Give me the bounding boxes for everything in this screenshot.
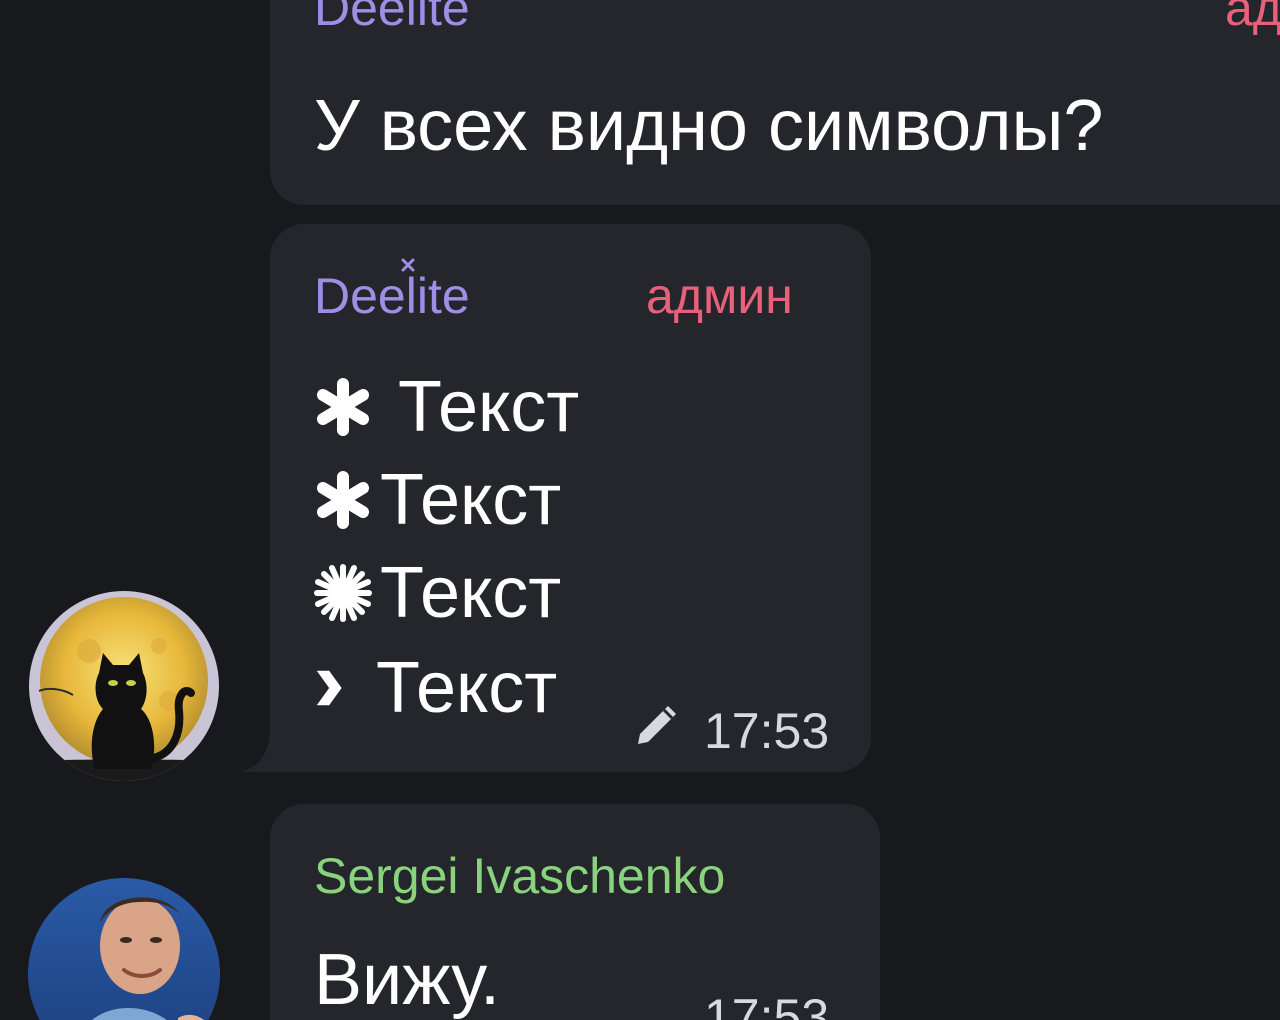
user-photo-avatar-icon: [28, 878, 220, 1020]
edited-pencil-icon: [638, 706, 676, 744]
list-item: Текст: [314, 652, 557, 724]
message-time: 17:53: [704, 703, 830, 759]
list-item-text: Текст: [380, 460, 562, 540]
admin-badge: ад: [1225, 0, 1280, 36]
admin-badge: админ: [646, 268, 793, 324]
message-bubble[interactable]: Deelite админ Текст Текст Текст Текст 17…: [270, 224, 871, 772]
message-text: Вижу.: [314, 940, 501, 1020]
avatar[interactable]: [28, 878, 220, 1020]
list-item: Текст: [314, 464, 561, 536]
sender-name[interactable]: Deelite: [314, 271, 470, 321]
list-item: Текст: [314, 371, 579, 443]
message-text: У всех видно символы?: [314, 86, 1104, 166]
star-burst-icon: [314, 564, 372, 622]
sender-name[interactable]: Sergei Ivaschenko: [314, 851, 725, 901]
avatar[interactable]: [29, 591, 219, 781]
decor-cross-icon: [401, 258, 415, 272]
chevron-right-icon: [316, 670, 342, 706]
list-item-text: Текст: [398, 367, 580, 447]
message-bubble[interactable]: Sergei Ivaschenko Вижу. 17:53: [270, 804, 880, 1020]
cat-moon-avatar-icon: [29, 591, 219, 781]
message-bubble[interactable]: Deelite ад У всех видно символы?: [270, 0, 1280, 205]
heavy-asterisk-icon: [317, 378, 369, 436]
message-time: 17:53: [704, 989, 830, 1020]
list-item: Текст: [314, 557, 561, 629]
chat-view: Deelite ад У всех видно символы? Deelite…: [0, 0, 1280, 1020]
list-item-text: Текст: [376, 648, 558, 728]
list-item-text: Текст: [380, 553, 562, 633]
heavy-asterisk-icon: [317, 471, 369, 529]
sender-name[interactable]: Deelite: [314, 0, 470, 33]
